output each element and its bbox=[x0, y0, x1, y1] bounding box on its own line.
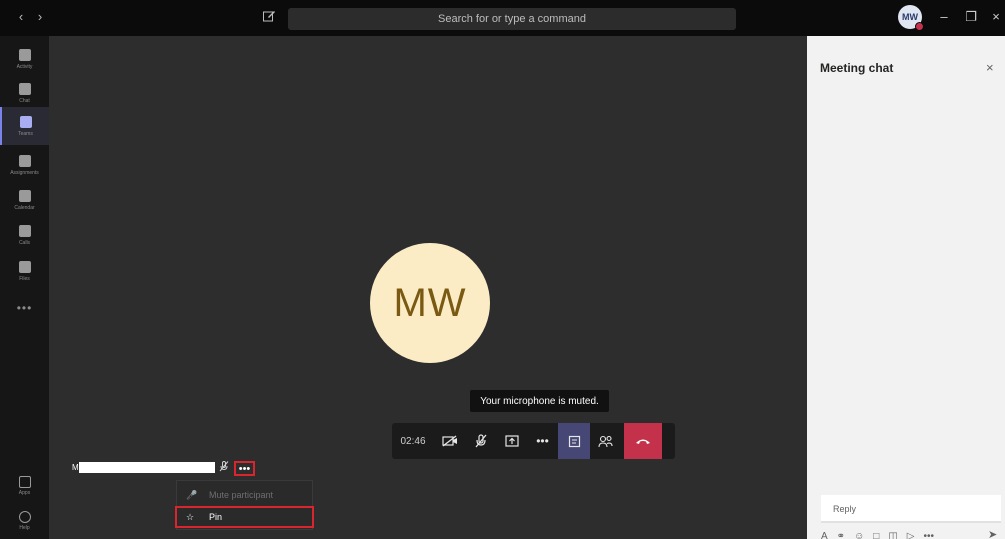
rail-item-label: Activity bbox=[16, 63, 33, 70]
chat-title: Meeting chat bbox=[820, 61, 894, 75]
rail-item-label: Help bbox=[19, 525, 30, 531]
close-icon[interactable]: × bbox=[987, 8, 1005, 26]
chat-icon bbox=[18, 82, 31, 95]
mic-muted-icon: 🎤 bbox=[186, 489, 198, 500]
rail-item-apps[interactable]: Apps bbox=[0, 476, 49, 496]
close-icon[interactable]: × bbox=[986, 60, 994, 75]
phone-icon bbox=[18, 224, 31, 237]
forward-arrow-icon[interactable]: › bbox=[33, 9, 47, 25]
emoji-icon[interactable]: ☺ bbox=[854, 531, 864, 539]
more-actions-icon[interactable]: ••• bbox=[527, 423, 558, 459]
file-icon bbox=[18, 260, 31, 273]
menu-item-label: Pin bbox=[209, 512, 223, 522]
search-input[interactable]: Search for or type a command bbox=[288, 8, 736, 30]
participant-context-menu: 🎤 Mute participant ☆ Pin bbox=[175, 480, 314, 530]
app-rail: Activity Chat Teams Assignments Calendar… bbox=[0, 36, 49, 539]
attach-icon[interactable]: ⚭ bbox=[837, 531, 845, 539]
muted-toast: Your microphone is muted. bbox=[470, 390, 609, 412]
rail-more-button[interactable]: ••• bbox=[0, 301, 49, 315]
share-screen-icon[interactable] bbox=[496, 423, 527, 459]
calendar-icon bbox=[18, 189, 31, 202]
camera-off-icon[interactable] bbox=[434, 423, 465, 459]
title-bar: ‹ › Search for or type a command MW – ❐ … bbox=[0, 0, 1005, 36]
assignments-icon bbox=[18, 154, 31, 167]
rail-item-label: Teams bbox=[18, 130, 33, 137]
reply-input[interactable]: Reply bbox=[821, 495, 1001, 523]
rail-item-label: Files bbox=[19, 275, 30, 282]
participant-mic-muted-icon bbox=[219, 461, 229, 475]
rail-item-files[interactable]: Files bbox=[0, 252, 49, 290]
help-icon bbox=[18, 511, 31, 523]
participant-name-redaction bbox=[79, 462, 215, 473]
mute-participant-menu-item: 🎤 Mute participant bbox=[177, 484, 314, 506]
send-icon[interactable]: ➤ bbox=[988, 528, 997, 539]
restore-icon[interactable]: ❐ bbox=[962, 8, 980, 26]
hang-up-icon[interactable] bbox=[624, 423, 662, 459]
compose-toolbar: A̲ ⚭ ☺ □ ◫ ▷ ••• bbox=[821, 528, 1005, 539]
call-controls: 02:46 ••• bbox=[392, 423, 675, 459]
more-dots-icon: ••• bbox=[238, 462, 251, 475]
sticker-icon[interactable]: ◫ bbox=[888, 531, 897, 539]
bell-icon bbox=[18, 48, 31, 61]
apps-icon bbox=[18, 476, 31, 488]
toast-text: Your microphone is muted. bbox=[480, 395, 599, 407]
teams-icon bbox=[19, 115, 32, 128]
participant-name: M bbox=[72, 463, 79, 472]
rail-item-teams[interactable]: Teams bbox=[0, 107, 49, 145]
rail-item-label: Chat bbox=[19, 97, 30, 104]
rail-item-calls[interactable]: Calls bbox=[0, 216, 49, 254]
rail-item-label: Calendar bbox=[14, 204, 35, 211]
participant-more-button[interactable]: ••• bbox=[234, 461, 255, 476]
presence-badge bbox=[915, 22, 924, 31]
more-tools-icon[interactable]: ••• bbox=[923, 531, 934, 539]
meeting-stage: MW Your microphone is muted. 02:46 ••• M… bbox=[49, 36, 807, 539]
pin-menu-item[interactable]: ☆ Pin bbox=[175, 506, 314, 528]
participants-icon[interactable] bbox=[590, 423, 621, 459]
rail-item-label: Apps bbox=[18, 490, 31, 496]
format-icon[interactable]: A̲ bbox=[821, 531, 828, 539]
avatar[interactable]: MW bbox=[898, 5, 924, 31]
rail-item-assignments[interactable]: Assignments bbox=[0, 146, 49, 184]
gif-icon[interactable]: □ bbox=[873, 531, 879, 539]
participant-avatar: MW bbox=[370, 243, 490, 363]
pin-icon: ☆ bbox=[186, 511, 195, 522]
chat-toggle-icon[interactable] bbox=[558, 423, 590, 459]
mic-muted-icon[interactable] bbox=[465, 423, 496, 459]
avatar-initials: MW bbox=[902, 12, 918, 22]
rail-item-label: Calls bbox=[18, 239, 31, 246]
search-placeholder: Search for or type a command bbox=[438, 13, 586, 25]
reply-placeholder: Reply bbox=[833, 504, 857, 514]
call-timer: 02:46 bbox=[400, 435, 426, 447]
stream-icon[interactable]: ▷ bbox=[907, 531, 915, 539]
rail-item-activity[interactable]: Activity bbox=[0, 40, 49, 78]
avatar-initials: MW bbox=[393, 280, 467, 325]
back-arrow-icon[interactable]: ‹ bbox=[14, 9, 28, 25]
menu-item-label: Mute participant bbox=[209, 490, 274, 500]
meeting-chat-panel: Meeting chat × Reply A̲ ⚭ ☺ □ ◫ ▷ ••• ➤ bbox=[807, 36, 1005, 539]
rail-item-help[interactable]: Help bbox=[0, 511, 49, 531]
compose-icon[interactable] bbox=[262, 9, 278, 25]
rail-item-label: Assignments bbox=[10, 169, 39, 176]
rail-item-calendar[interactable]: Calendar bbox=[0, 181, 49, 219]
minimize-icon[interactable]: – bbox=[935, 8, 953, 26]
